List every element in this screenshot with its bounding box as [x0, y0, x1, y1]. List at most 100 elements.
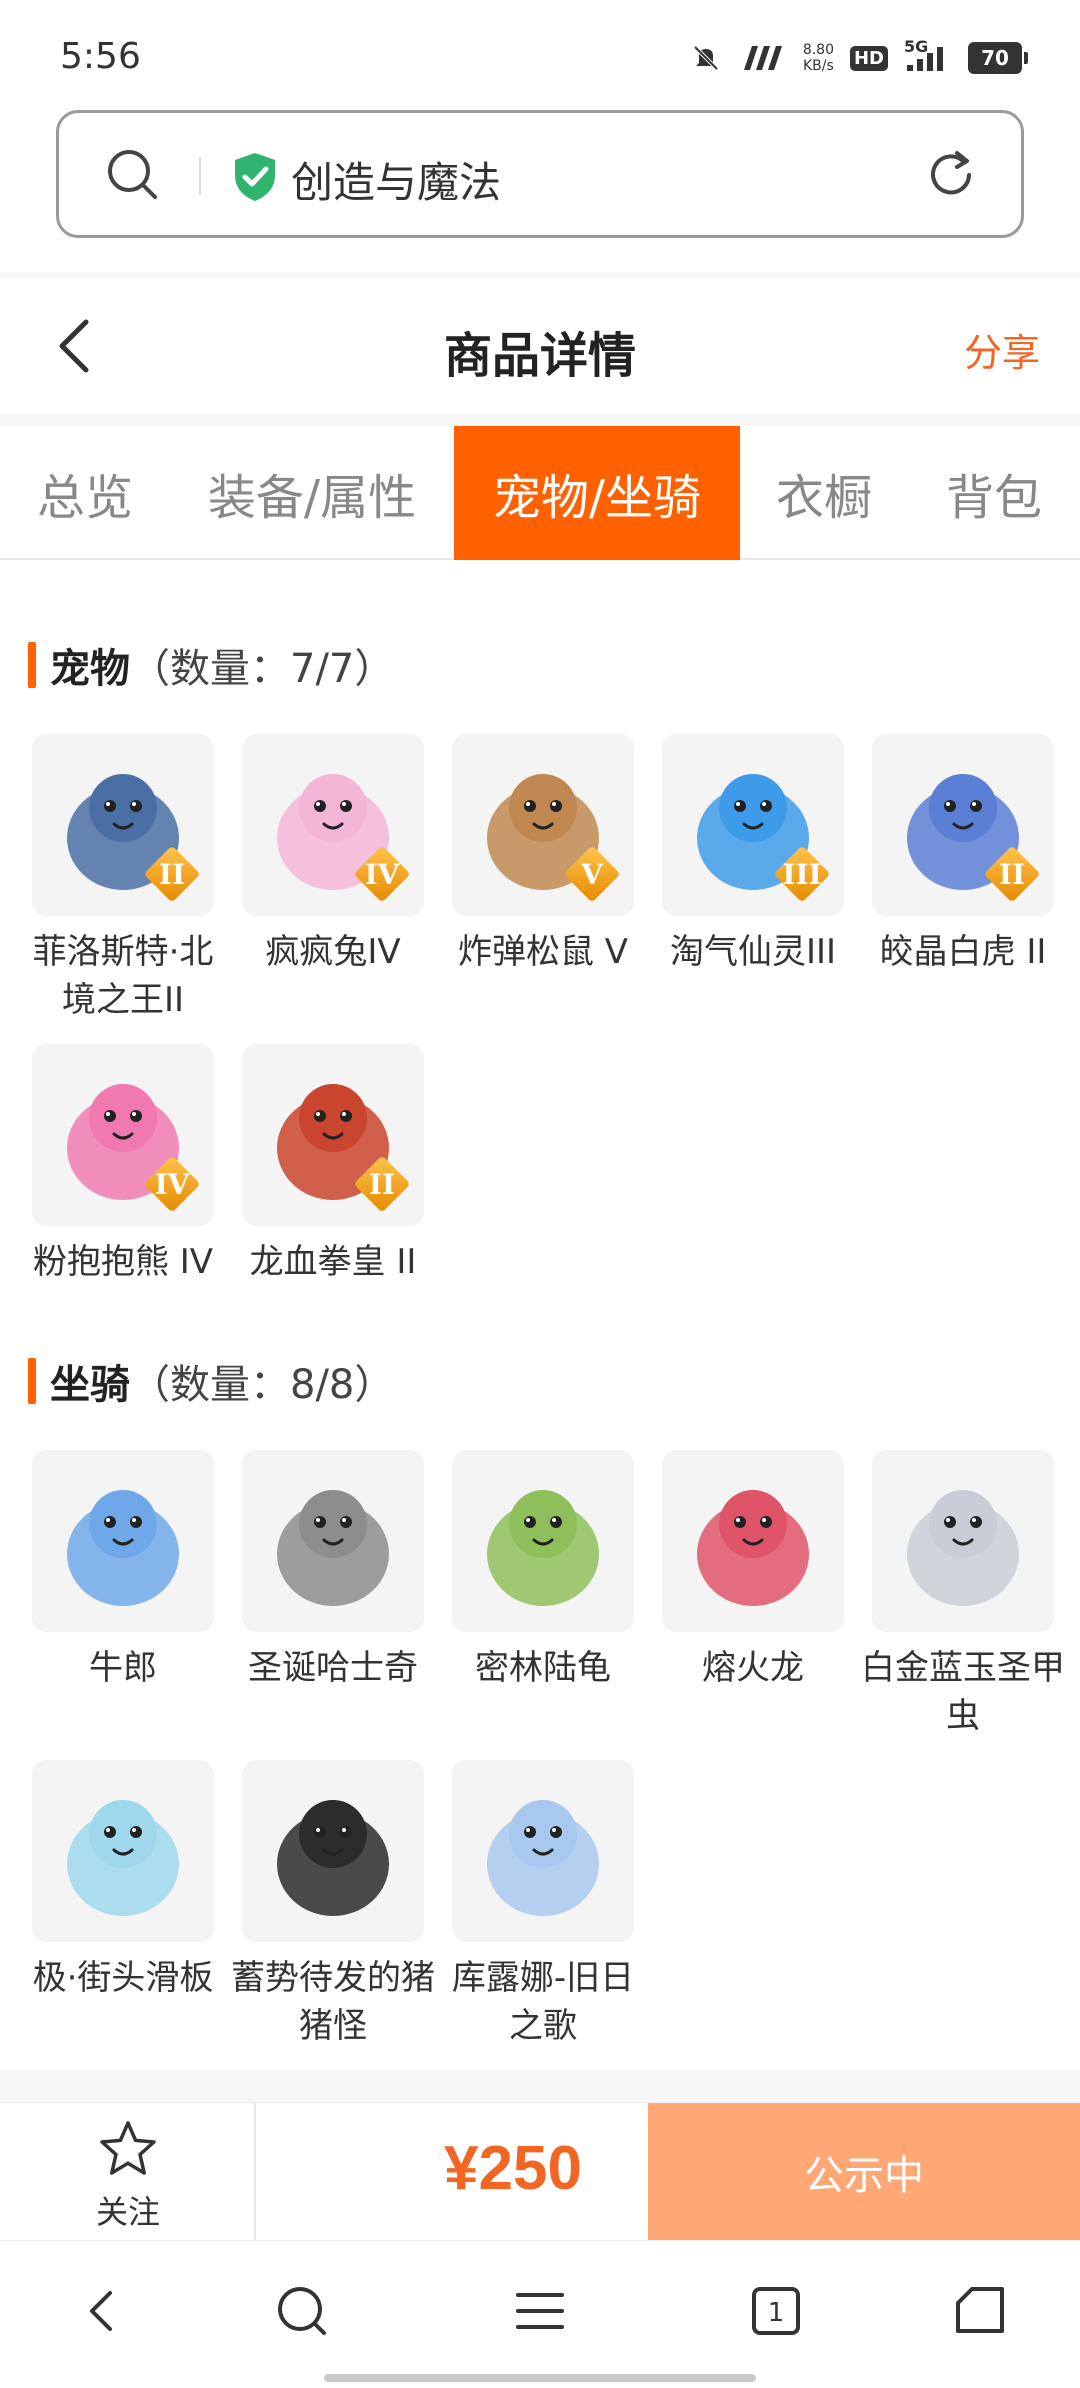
page-title: 商品详情: [443, 328, 636, 384]
page-header: 商品详情 分享: [0, 278, 1080, 414]
gesture-home-bar[interactable]: [324, 2374, 756, 2382]
battery-indicator: 70: [968, 42, 1028, 74]
pet-name: 炸弹松鼠 V: [457, 932, 629, 972]
jungle-tortoise-icon: [452, 1450, 634, 1632]
ready-pig-monster-icon: [242, 1760, 424, 1942]
pet-name: 菲洛斯特·北境之王II: [32, 932, 214, 1020]
mount-item[interactable]: 密林陆龟: [448, 1450, 638, 1692]
public-display-button[interactable]: 公示中: [648, 2103, 1080, 2241]
follow-label: 关注: [95, 2193, 160, 2231]
5g-signal-icon: 5G: [904, 37, 952, 75]
star-icon: [100, 2121, 156, 2175]
pet-name: 淘气仙灵III: [669, 932, 837, 972]
crazy-rabbit-icon: IV: [242, 734, 424, 916]
mount-item[interactable]: 牛郎: [28, 1450, 218, 1692]
pets-grid: II 菲洛斯特·北境之王II IV 疯疯兔IV V 炸弹松鼠 V III 淘气仙灵III II 皎…: [28, 734, 1058, 1294]
nav-home-icon[interactable]: [950, 2281, 1010, 2341]
cowherd-icon: [32, 1450, 214, 1632]
search-icon[interactable]: [103, 145, 163, 205]
tier-label: II: [158, 857, 186, 891]
pet-item[interactable]: II 龙血拳皇 II: [238, 1044, 428, 1286]
follow-button[interactable]: 关注: [0, 2103, 256, 2241]
mount-item[interactable]: 圣诞哈士奇: [238, 1450, 428, 1692]
platinum-scarab-icon: [872, 1450, 1054, 1632]
nav-search-icon[interactable]: [272, 2281, 332, 2341]
mount-item[interactable]: 蓄势待发的猪猪怪: [231, 1760, 435, 2050]
magma-dragon-icon: [662, 1450, 844, 1632]
system-navigation-bar: 1: [0, 2240, 1080, 2388]
category-tabs: 总览 装备/属性 宠物/坐骑 衣橱 背包: [0, 426, 1080, 560]
browser-address-bar[interactable]: 创造与魔法: [56, 110, 1024, 238]
tab-pets-mounts[interactable]: 宠物/坐骑: [454, 426, 740, 560]
pet-item[interactable]: III 淘气仙灵III: [658, 734, 848, 976]
net-speed: 8.80 KB/s: [802, 42, 834, 74]
mount-name: 牛郎: [89, 1648, 157, 1688]
mount-item[interactable]: 极·街头滑板: [28, 1760, 218, 2002]
tab-overview[interactable]: 总览: [0, 426, 170, 560]
status-time: 5:56: [60, 36, 141, 77]
mount-item[interactable]: 库露娜-旧日之歌: [448, 1760, 638, 2050]
bomb-squirrel-icon: V: [452, 734, 634, 916]
section-title: 坐骑: [50, 1362, 130, 1408]
kuluna-old-song-icon: [452, 1760, 634, 1942]
dragonblood-fist-king-icon: II: [242, 1044, 424, 1226]
mount-name: 白金蓝玉圣甲虫: [861, 1648, 1065, 1736]
svg-text:1: 1: [768, 2298, 785, 2328]
pet-item[interactable]: V 炸弹松鼠 V: [448, 734, 638, 976]
pet-item[interactable]: II 皎晶白虎 II: [868, 734, 1058, 976]
hd-badge: HD: [849, 45, 888, 71]
section-title: 宠物: [50, 646, 130, 692]
section-accent-bar: [28, 642, 36, 688]
tab-backpack[interactable]: 背包: [908, 426, 1080, 560]
separator: [0, 2070, 1080, 2102]
tier-label: II: [998, 857, 1026, 891]
share-button[interactable]: 分享: [964, 322, 1040, 377]
status-icons: 8.80 KB/s HD 5G 70: [689, 37, 1028, 78]
pet-item[interactable]: II 菲洛斯特·北境之王II: [28, 734, 218, 1024]
mount-item[interactable]: 白金蓝玉圣甲虫: [861, 1450, 1065, 1740]
christmas-husky-icon: [242, 1450, 424, 1632]
pet-item[interactable]: IV 粉抱抱熊 IV: [28, 1044, 218, 1286]
price: ¥250: [444, 2134, 582, 2203]
security-shield-icon: [235, 153, 275, 201]
section-count: （数量：8/8）: [130, 1362, 395, 1408]
mount-name: 蓄势待发的猪猪怪: [231, 1958, 435, 2046]
mount-name: 库露娜-旧日之歌: [451, 1958, 635, 2046]
crystal-white-tiger-icon: II: [872, 734, 1054, 916]
address-text[interactable]: 创造与魔法: [291, 149, 501, 210]
mounts-section-heading: 坐骑 （数量：8/8）: [28, 1356, 394, 1408]
mute-bell-icon: [689, 41, 723, 75]
nav-tabs-icon[interactable]: 1: [746, 2281, 806, 2341]
naughty-fairy-icon: III: [662, 734, 844, 916]
section-accent-bar: [28, 1358, 36, 1404]
tier-label: II: [368, 1167, 396, 1201]
separator: [0, 414, 1080, 426]
purchase-action-bar: 关注 ¥250 公示中: [0, 2102, 1080, 2241]
mount-name: 极·街头滑板: [32, 1958, 214, 1998]
mount-item[interactable]: 熔火龙: [658, 1450, 848, 1692]
mounts-grid: 牛郎 圣诞哈士奇 密林陆龟 熔火龙 白金蓝玉圣甲虫极·街头滑板 蓄势待发的猪猪怪 库露娜-旧…: [28, 1450, 1065, 2050]
reload-icon[interactable]: [921, 145, 981, 205]
street-skateboard-icon: [32, 1760, 214, 1942]
mount-name: 密林陆龟: [475, 1648, 611, 1688]
tier-label: V: [581, 857, 603, 891]
address-divider: [199, 157, 201, 195]
tier-label: III: [782, 857, 822, 891]
tier-label: IV: [154, 1167, 190, 1201]
pet-name: 龙血拳皇 II: [249, 1242, 417, 1282]
pet-name: 皎晶白虎 II: [879, 932, 1047, 972]
tier-label: IV: [364, 857, 400, 891]
pet-item[interactable]: IV 疯疯兔IV: [238, 734, 428, 976]
signal-bars-icon: [739, 41, 787, 75]
pink-hug-bear-icon: IV: [32, 1044, 214, 1226]
status-bar: 5:56 8.80 KB/s HD 5G 70: [0, 0, 1080, 110]
frost-dragon-knight-icon: II: [32, 734, 214, 916]
pet-name: 粉抱抱熊 IV: [32, 1242, 214, 1282]
section-count: （数量：7/7）: [130, 646, 395, 692]
tab-equipment-attributes[interactable]: 装备/属性: [170, 426, 454, 560]
mount-name: 圣诞哈士奇: [248, 1648, 418, 1688]
nav-back-icon[interactable]: [72, 2281, 132, 2341]
tab-wardrobe[interactable]: 衣橱: [740, 426, 908, 560]
nav-menu-icon[interactable]: [510, 2281, 570, 2341]
pet-name: 疯疯兔IV: [265, 932, 401, 972]
